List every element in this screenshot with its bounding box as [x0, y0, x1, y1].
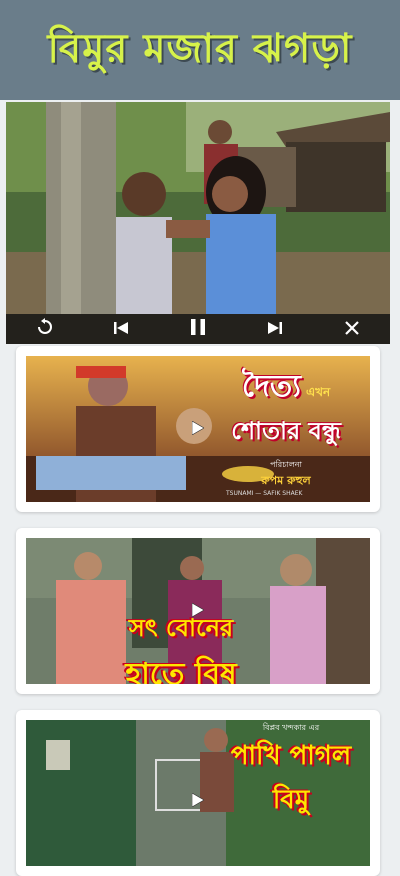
app-title: বিমুর মজার ঝগড়া [47, 25, 353, 72]
pause-button[interactable] [183, 314, 213, 344]
play-icon [191, 601, 205, 621]
video-card[interactable]: দৈত্য এখন শোতার বন্ধু পরিচালনা রুপম রুহু… [16, 346, 380, 512]
play-icon [191, 791, 205, 811]
video-player[interactable] [6, 102, 390, 344]
previous-button[interactable] [106, 314, 136, 344]
play-button[interactable] [188, 600, 208, 622]
title-line-1: সৎ বোনের [128, 614, 234, 642]
previous-icon [114, 320, 128, 339]
play-icon [191, 419, 205, 439]
credit-name: রুপম রুহুল [261, 474, 311, 487]
video-card[interactable]: সৎ বোনের হাতে বিষ [16, 528, 380, 694]
next-button[interactable] [260, 314, 290, 344]
video-thumbnail[interactable]: বিপ্লব খন্দকার এর পাখি পাগল বিমু [26, 720, 370, 866]
replay-button[interactable] [30, 314, 60, 344]
play-button[interactable] [188, 418, 208, 440]
watermark: TSUNAMI — SAFIK SHAEK [226, 490, 303, 497]
title-small: এখন [306, 385, 331, 399]
credit-label: পরিচালনা [270, 460, 302, 469]
player-controls [6, 314, 390, 344]
title-line-2: বিমু [272, 785, 310, 815]
video-card[interactable]: বিপ্লব খন্দকার এর পাখি পাগল বিমু [16, 710, 380, 876]
thumbnail-title: দৈত্য এখন শোতার বন্ধু পরিচালনা রুপম রুহু… [206, 362, 366, 491]
next-icon [268, 320, 282, 339]
credit: পরিচালনা রুপম রুহুল [206, 459, 366, 491]
title-small: বিপ্লব খন্দকার এর [262, 723, 320, 732]
thumbnail-title: সৎ বোনের হাতে বিষ [86, 610, 276, 684]
title-line-2: হাতে বিষ [125, 657, 237, 684]
title-line-2: শোতার বন্ধু [231, 417, 341, 445]
replay-icon [36, 318, 54, 340]
play-button[interactable] [188, 790, 208, 812]
video-thumbnail[interactable]: সৎ বোনের হাতে বিষ [26, 538, 370, 684]
video-frame [6, 102, 390, 344]
title-banner: বিমুর মজার ঝগড়া [0, 0, 400, 100]
close-button[interactable] [337, 314, 367, 344]
pause-icon [191, 319, 205, 339]
title-line-1: দৈত্য [241, 369, 301, 404]
thumbnail-title: বিপ্লব খন্দকার এর পাখি পাগল বিমু [216, 722, 366, 823]
title-line-1: পাখি পাগল [230, 741, 352, 771]
video-thumbnail[interactable]: দৈত্য এখন শোতার বন্ধু পরিচালনা রুপম রুহু… [26, 356, 370, 502]
close-icon [345, 320, 359, 339]
